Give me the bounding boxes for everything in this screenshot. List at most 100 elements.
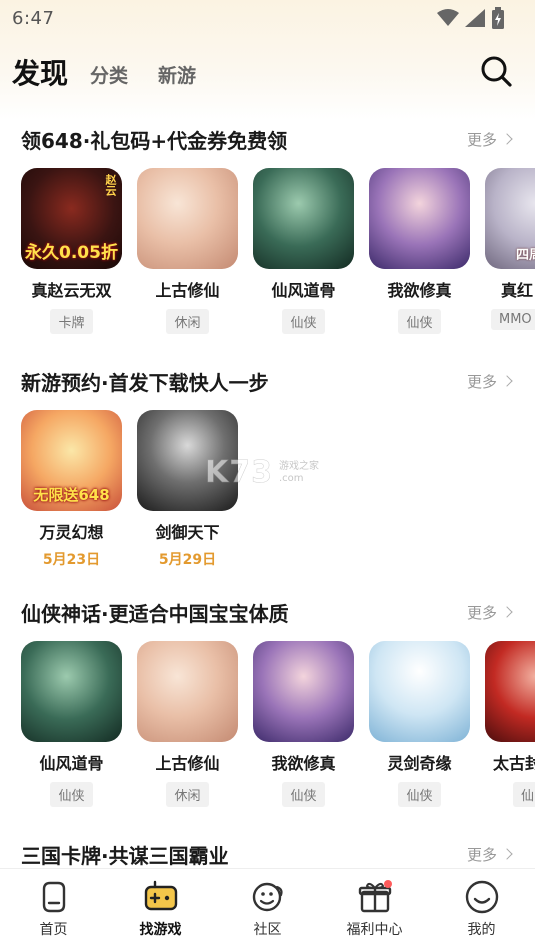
game-cover[interactable] (137, 641, 238, 742)
game-cover[interactable] (253, 641, 354, 742)
status-time: 6:47 (12, 7, 55, 29)
release-date: 5月23日 (42, 552, 101, 568)
game-name: 我欲修真 (271, 754, 336, 773)
chevron-right-icon (501, 375, 513, 387)
game-list: 无限送648 万灵幻想 5月23日 剑御天下 5月29日 (21, 410, 535, 590)
game-card[interactable]: 仙风道骨 仙侠 (253, 168, 354, 334)
nav-home[interactable]: 首页 (9, 879, 99, 939)
game-list: 仙风道骨 仙侠 上古修仙 休闲 我欲修真 仙侠 灵剑奇缘 仙侠 太古封 仙 (21, 641, 535, 821)
cover-promo-text: 无限送648 (33, 486, 110, 504)
chevron-right-icon (501, 606, 513, 618)
more-link[interactable]: 更多 (466, 371, 513, 392)
game-name: 我欲修真 (387, 281, 452, 300)
more-label: 更多 (466, 372, 497, 391)
more-link[interactable]: 更多 (466, 129, 513, 150)
bottom-nav: 首页 找游戏 社区 福利中心 我的 (0, 868, 535, 951)
game-name: 灵剑奇缘 (387, 754, 452, 773)
game-card[interactable]: 我欲修真 仙侠 (369, 168, 470, 334)
watermark-sub1: 游戏之家 (279, 460, 319, 472)
section-header: 仙侠神话·更适合中国宝宝体质 更多 (21, 597, 513, 627)
gamepad-icon (144, 880, 177, 911)
game-card[interactable]: 无限送648 万灵幻想 5月23日 (21, 410, 122, 569)
section-header: 新游预约·首发下载快人一步 更多 (21, 366, 513, 396)
game-tag: 仙侠 (50, 782, 93, 807)
section-header: 三国卡牌·共谋三国霸业 更多 (21, 839, 513, 869)
game-tag: 卡牌 (50, 309, 93, 334)
wifi-icon (437, 9, 459, 26)
game-tag: 仙侠 (282, 782, 325, 807)
game-cover[interactable] (253, 168, 354, 269)
status-icons (437, 7, 505, 29)
nav-community[interactable]: 社区 (223, 879, 313, 939)
section-title: 新游预约·首发下载快人一步 (21, 370, 269, 395)
watermark-main: K73 (205, 455, 273, 491)
home-icon (42, 881, 65, 913)
tab-discover[interactable]: 发现 (12, 52, 68, 92)
game-name: 剑御天下 (155, 523, 220, 542)
battery-icon (492, 7, 504, 29)
tab-category[interactable]: 分类 (90, 57, 128, 88)
nav-label: 福利中心 (346, 922, 403, 938)
section-xianxia: 仙侠神话·更适合中国宝宝体质 更多 仙风道骨 仙侠 上古修仙 休闲 我欲修真 仙… (0, 597, 535, 817)
game-cover[interactable]: 赵云 永久0.05折 (21, 168, 122, 269)
section-title: 仙侠神话·更适合中国宝宝体质 (21, 601, 289, 626)
game-card[interactable]: 上古修仙 休闲 (137, 641, 238, 807)
nav-label: 社区 (253, 922, 282, 938)
nav-profile[interactable]: 我的 (437, 879, 527, 939)
game-card[interactable]: 我欲修真 仙侠 (253, 641, 354, 807)
signal-icon (465, 9, 485, 27)
cover-promo-text: 四周年 (515, 248, 535, 263)
game-name: 真红 (501, 281, 534, 300)
watermark-sub2: .com (279, 472, 304, 484)
game-cover[interactable]: 无限送648 (21, 410, 122, 511)
chevron-right-icon (501, 133, 513, 145)
game-card[interactable]: 灵剑奇缘 仙侠 (369, 641, 470, 807)
cover-side-text: 赵云 (104, 174, 117, 196)
game-tag: 仙侠 (398, 782, 441, 807)
section-title: 三国卡牌·共谋三国霸业 (21, 843, 229, 868)
section-gift-pack: 领648·礼包码+代金券免费领 更多 赵云 永久0.05折 真赵云无双 卡牌 上… (0, 124, 535, 344)
section-three-kingdoms: 三国卡牌·共谋三国霸业 更多 (0, 839, 535, 869)
section-title: 领648·礼包码+代金券免费领 (21, 128, 288, 153)
game-card[interactable]: 上古修仙 休闲 (137, 168, 238, 334)
more-label: 更多 (466, 603, 497, 622)
search-icon[interactable] (479, 54, 513, 88)
game-name: 上古修仙 (155, 754, 220, 773)
nav-label: 我的 (467, 922, 496, 938)
game-tag: 休闲 (166, 309, 209, 334)
game-cover[interactable] (369, 168, 470, 269)
cover-promo-text: 永久0.05折 (25, 243, 118, 263)
game-cover[interactable] (137, 168, 238, 269)
status-bar: 6:47 (0, 0, 535, 36)
game-name: 仙风道骨 (271, 281, 336, 300)
game-name: 太古封 (493, 754, 535, 773)
game-cover[interactable] (369, 641, 470, 742)
nav-welfare-center[interactable]: 福利中心 (330, 879, 420, 939)
game-card[interactable]: 太古封 仙 (485, 641, 535, 807)
game-tag: MMO (491, 309, 535, 330)
game-cover[interactable] (21, 641, 122, 742)
more-link[interactable]: 更多 (467, 844, 513, 865)
community-icon (252, 882, 283, 912)
profile-icon (465, 880, 498, 914)
watermark-sub: 游戏之家 .com (279, 461, 319, 485)
tab-new-games[interactable]: 新游 (158, 57, 196, 88)
more-label: 更多 (466, 130, 497, 149)
game-tag: 仙 (513, 782, 535, 807)
nav-find-games[interactable]: 找游戏 (116, 879, 206, 939)
nav-label: 首页 (39, 922, 68, 938)
top-header: 发现 分类 新游 (0, 46, 535, 98)
game-tag: 休闲 (166, 782, 209, 807)
game-card[interactable]: 四周年 真红 MMO (485, 168, 535, 330)
section-header: 领648·礼包码+代金券免费领 更多 (21, 124, 513, 154)
gift-icon (358, 880, 392, 913)
release-date: 5月29日 (158, 552, 217, 568)
game-name: 仙风道骨 (39, 754, 104, 773)
game-cover[interactable] (485, 641, 535, 742)
more-link[interactable]: 更多 (466, 602, 513, 623)
game-tag: 仙侠 (282, 309, 325, 334)
game-card[interactable]: 赵云 永久0.05折 真赵云无双 卡牌 (21, 168, 122, 334)
game-tag: 仙侠 (398, 309, 441, 334)
game-cover[interactable]: 四周年 (485, 168, 535, 269)
game-card[interactable]: 仙风道骨 仙侠 (21, 641, 122, 807)
